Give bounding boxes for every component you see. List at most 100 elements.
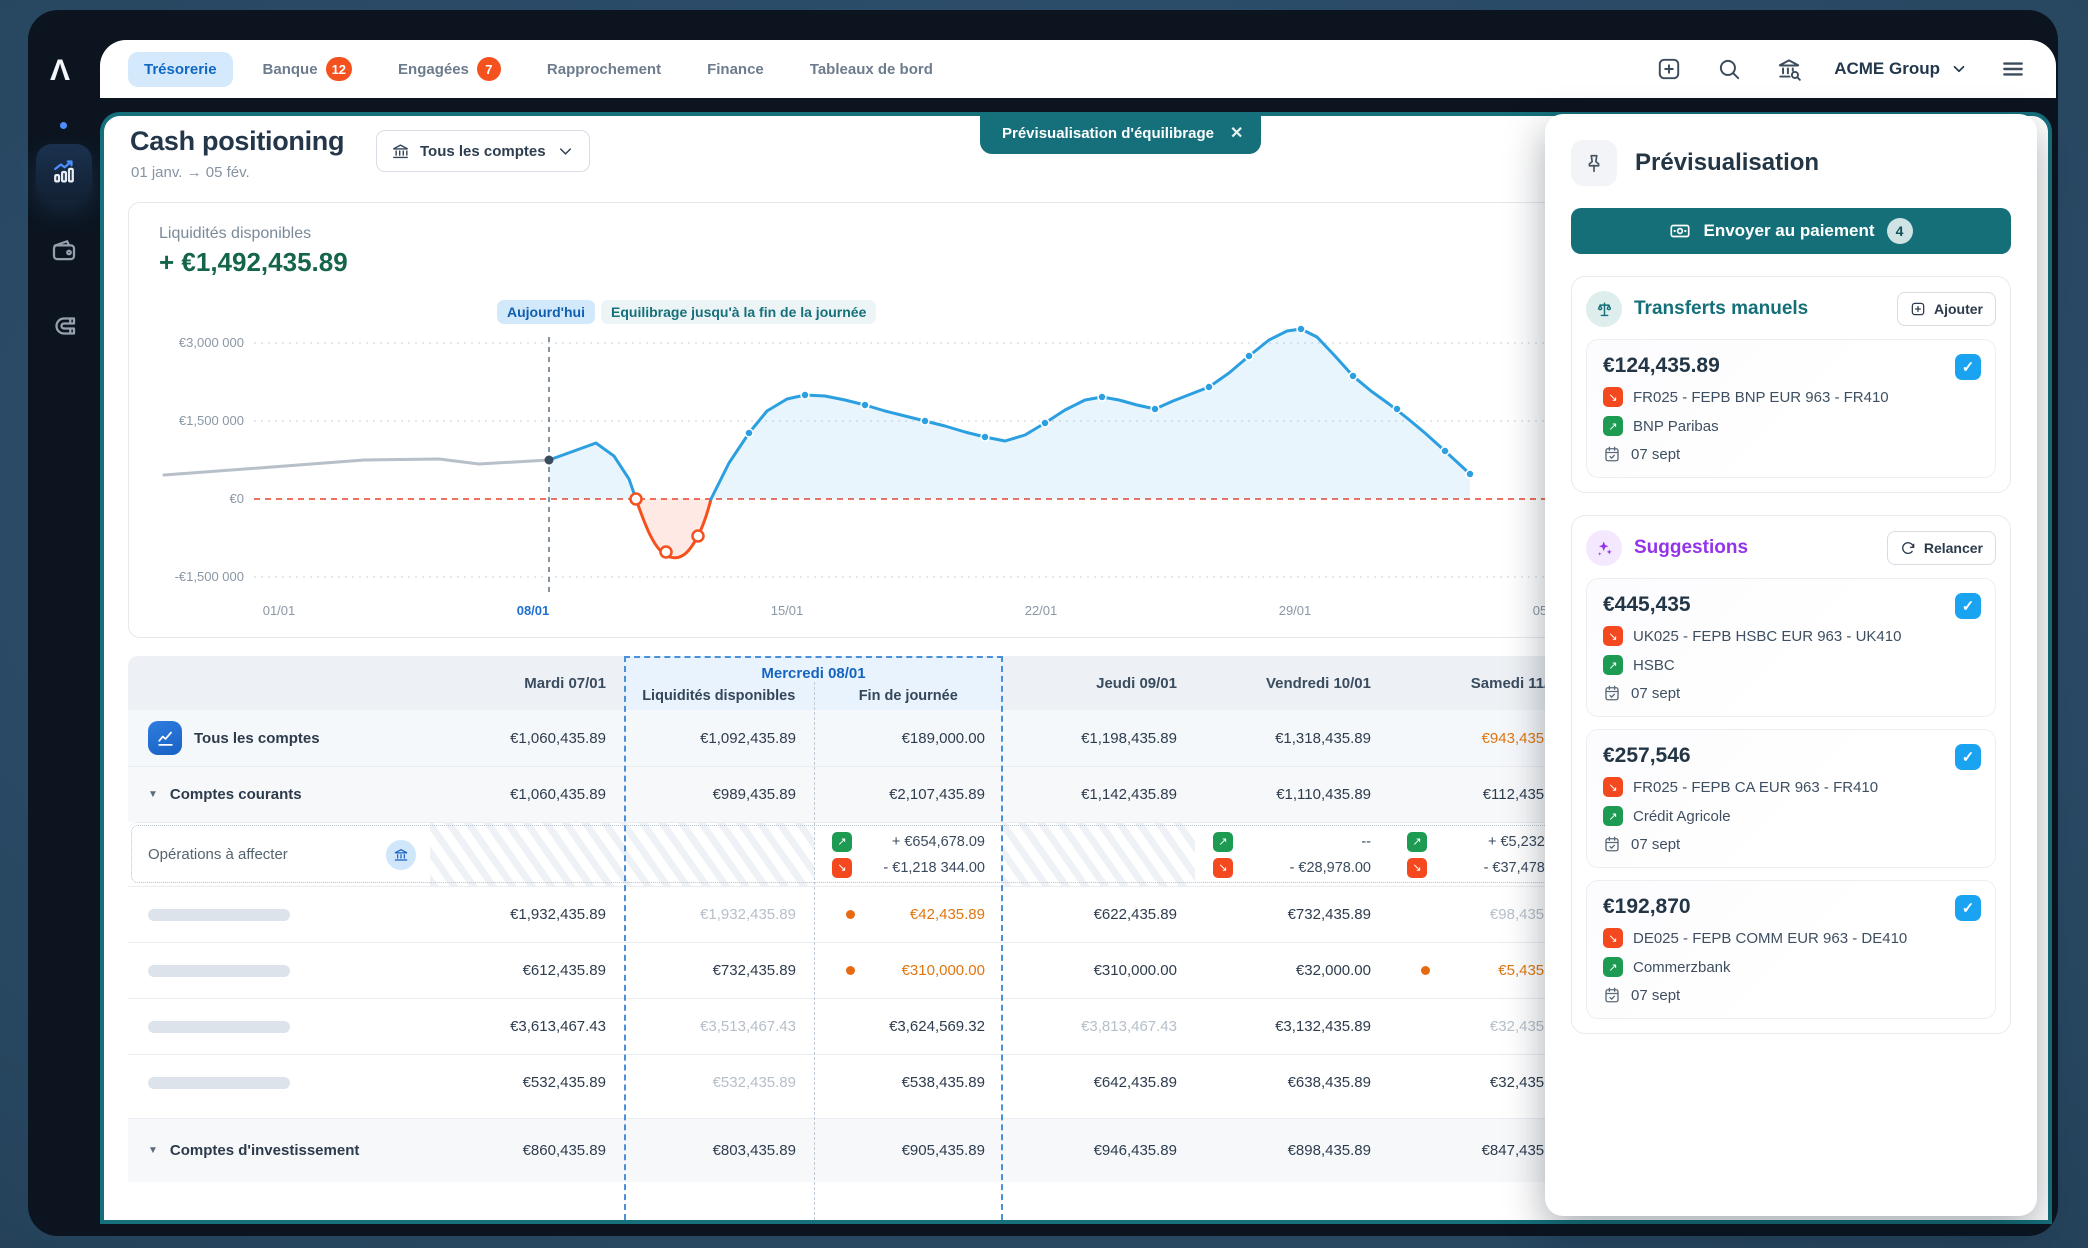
send-to-payment-label: Envoyer au paiement	[1703, 221, 1874, 241]
svg-text:€3,000 000: €3,000 000	[179, 335, 244, 350]
suggestion-item[interactable]: €445,435 ✓ ↘UK025 - FEPB HSBC EUR 963 - …	[1586, 578, 1996, 717]
pin-icon[interactable]	[1571, 140, 1617, 186]
tab-finance[interactable]: Finance	[691, 52, 780, 87]
outflow-icon: ↘	[1603, 387, 1623, 407]
suggestions-section: Suggestions Relancer €445,435 ✓ ↘UK025 -…	[1571, 515, 2011, 1034]
row-label: Tous les comptes	[194, 730, 320, 747]
outflow-icon: ↘	[1407, 858, 1427, 878]
chevron-down-icon	[556, 142, 575, 161]
tab-tresorerie[interactable]: Trésorerie	[128, 52, 233, 87]
send-to-payment-button[interactable]: Envoyer au paiement 4	[1571, 208, 2011, 254]
page-title: Cash positioning	[130, 126, 344, 157]
transfer-checkbox[interactable]: ✓	[1955, 354, 1981, 380]
transfer-date: 07 sept	[1631, 446, 1680, 463]
suggestion-checkbox[interactable]: ✓	[1955, 593, 1981, 619]
tab-banque[interactable]: Banque12	[247, 48, 368, 90]
suggestion-date: 07 sept	[1631, 836, 1680, 853]
sidebar-item-wallet[interactable]	[36, 222, 92, 278]
header-sub-fin-journee: Fin de journée	[814, 682, 1004, 710]
suggestion-checkbox[interactable]: ✓	[1955, 895, 1981, 921]
notification-dot	[60, 122, 67, 129]
wallet-icon	[49, 235, 79, 265]
hamburger-icon	[2000, 56, 2026, 82]
amount-cell-warning: €42,435.89	[814, 887, 1003, 942]
row-label: Comptes d'investissement	[170, 1142, 359, 1159]
section-title: Suggestions	[1634, 537, 1748, 559]
cash-forecast-chart: €3,000 000 €1,500 000 €0 -€1,500 000 01/…	[149, 323, 1579, 623]
amount-cell: €642,435.89	[1003, 1055, 1195, 1110]
row-label: Opérations à affecter	[148, 846, 288, 863]
row-label-cell	[128, 887, 430, 942]
tab-label: Rapprochement	[547, 61, 661, 78]
section-header: Suggestions Relancer	[1586, 530, 1996, 566]
transfer-item[interactable]: €124,435.89 ✓ ↘FR025 - FEPB BNP EUR 963 …	[1586, 339, 1996, 478]
inflow-icon: ↗	[1603, 655, 1623, 675]
manual-transfers-section: Transferts manuels Ajouter €124,435.89 ✓…	[1571, 276, 2011, 493]
outflow-value: - €28,978.00	[1290, 860, 1371, 876]
outflow-value: - €1,218 344.00	[883, 860, 985, 876]
amount-cell: €1,110,435.89	[1195, 767, 1389, 822]
add-button[interactable]	[1654, 54, 1684, 84]
row-label-cell: ▼Comptes courants	[128, 767, 430, 822]
amount-cell: €946,435.89	[1003, 1119, 1195, 1182]
scale-icon	[1586, 291, 1622, 327]
tab-label: Trésorerie	[144, 61, 217, 78]
flows-cell: ↗+ €654,678.09 ↘- €1,218 344.00	[814, 823, 1003, 886]
count-badge: 7	[477, 57, 501, 81]
suggestion-item[interactable]: €192,870 ✓ ↘DE025 - FEPB COMM EUR 963 - …	[1586, 880, 1996, 1019]
caret-down-icon: ▼	[148, 789, 158, 800]
amount-cell-warning: €310,000.00	[814, 943, 1003, 998]
suggestion-date: 07 sept	[1631, 685, 1680, 702]
amount-cell: €3,132,435.89	[1195, 999, 1389, 1054]
account-filter-dropdown[interactable]: Tous les comptes	[376, 130, 590, 172]
previsualisation-panel: Prévisualisation Envoyer au paiement 4 T…	[1545, 114, 2037, 1216]
amount-cell: €905,435.89	[814, 1119, 1003, 1182]
relaunch-suggestions-button[interactable]: Relancer	[1887, 531, 1996, 565]
row-label-cell: Opérations à affecter	[128, 823, 430, 886]
outflow-icon: ↘	[1603, 928, 1623, 948]
org-selector[interactable]: ACME Group	[1834, 59, 1968, 79]
bank-assign-icon[interactable]	[386, 840, 416, 870]
suggestion-checkbox[interactable]: ✓	[1955, 744, 1981, 770]
tab-label: Tableaux de bord	[810, 61, 933, 78]
amount-cell: €732,435.89	[1195, 887, 1389, 942]
suggestion-item[interactable]: €257,546 ✓ ↘FR025 - FEPB CA EUR 963 - FR…	[1586, 729, 1996, 868]
amount-cell-muted: €1,932,435.89	[624, 887, 814, 942]
amount-cell: €1,932,435.89	[430, 887, 624, 942]
trending-bars-icon	[49, 157, 79, 187]
calendar-icon	[1603, 835, 1621, 853]
panel-title: Prévisualisation	[1635, 149, 1819, 177]
tab-rapprochement[interactable]: Rapprochement	[531, 52, 677, 87]
preview-mode-tab[interactable]: Prévisualisation d'équilibrage ✕	[980, 112, 1261, 154]
sidebar-item-cashflow[interactable]	[36, 144, 92, 200]
add-transfer-button[interactable]: Ajouter	[1897, 292, 1996, 326]
svg-text:29/01: 29/01	[1279, 603, 1312, 618]
tab-tableaux-de-bord[interactable]: Tableaux de bord	[794, 52, 949, 87]
alert-dot	[1421, 966, 1430, 975]
calendar-icon	[1603, 986, 1621, 1004]
close-icon[interactable]: ✕	[1230, 123, 1243, 143]
destination-bank: BNP Paribas	[1633, 418, 1719, 435]
search-button[interactable]	[1714, 54, 1744, 84]
amount-cell: €1,092,435.89	[624, 710, 814, 766]
app-background: Λ Trésorerie Banque12 Engagées7 Rapproch…	[0, 0, 2088, 1248]
amount-cell-muted: €532,435.89	[624, 1055, 814, 1110]
sidebar: Λ	[28, 10, 100, 1236]
row-label-cell: Tous les comptes	[128, 710, 430, 766]
equilibrage-badge: Equilibrage jusqu'à la fin de la journée	[601, 300, 876, 324]
sidebar-item-magnet[interactable]	[36, 298, 92, 354]
bank-search-button[interactable]	[1774, 54, 1804, 84]
amount-cell: €538,435.89	[814, 1055, 1003, 1110]
amount-cell: €32,000.00	[1195, 943, 1389, 998]
history-line	[164, 459, 549, 475]
amount-cell: €612,435.89	[430, 943, 624, 998]
label-skeleton	[148, 1077, 290, 1089]
menu-button[interactable]	[1998, 54, 2028, 84]
amount-cell: €638,435.89	[1195, 1055, 1389, 1110]
line-chart-icon	[148, 721, 182, 755]
amount-cell: €1,318,435.89	[1195, 710, 1389, 766]
row-label-cell	[128, 999, 430, 1054]
row-label-cell: ▼Comptes d'investissement	[128, 1119, 430, 1182]
tab-engagees[interactable]: Engagées7	[382, 48, 517, 90]
amount-cell-muted: €3,513,467.43	[624, 999, 814, 1054]
